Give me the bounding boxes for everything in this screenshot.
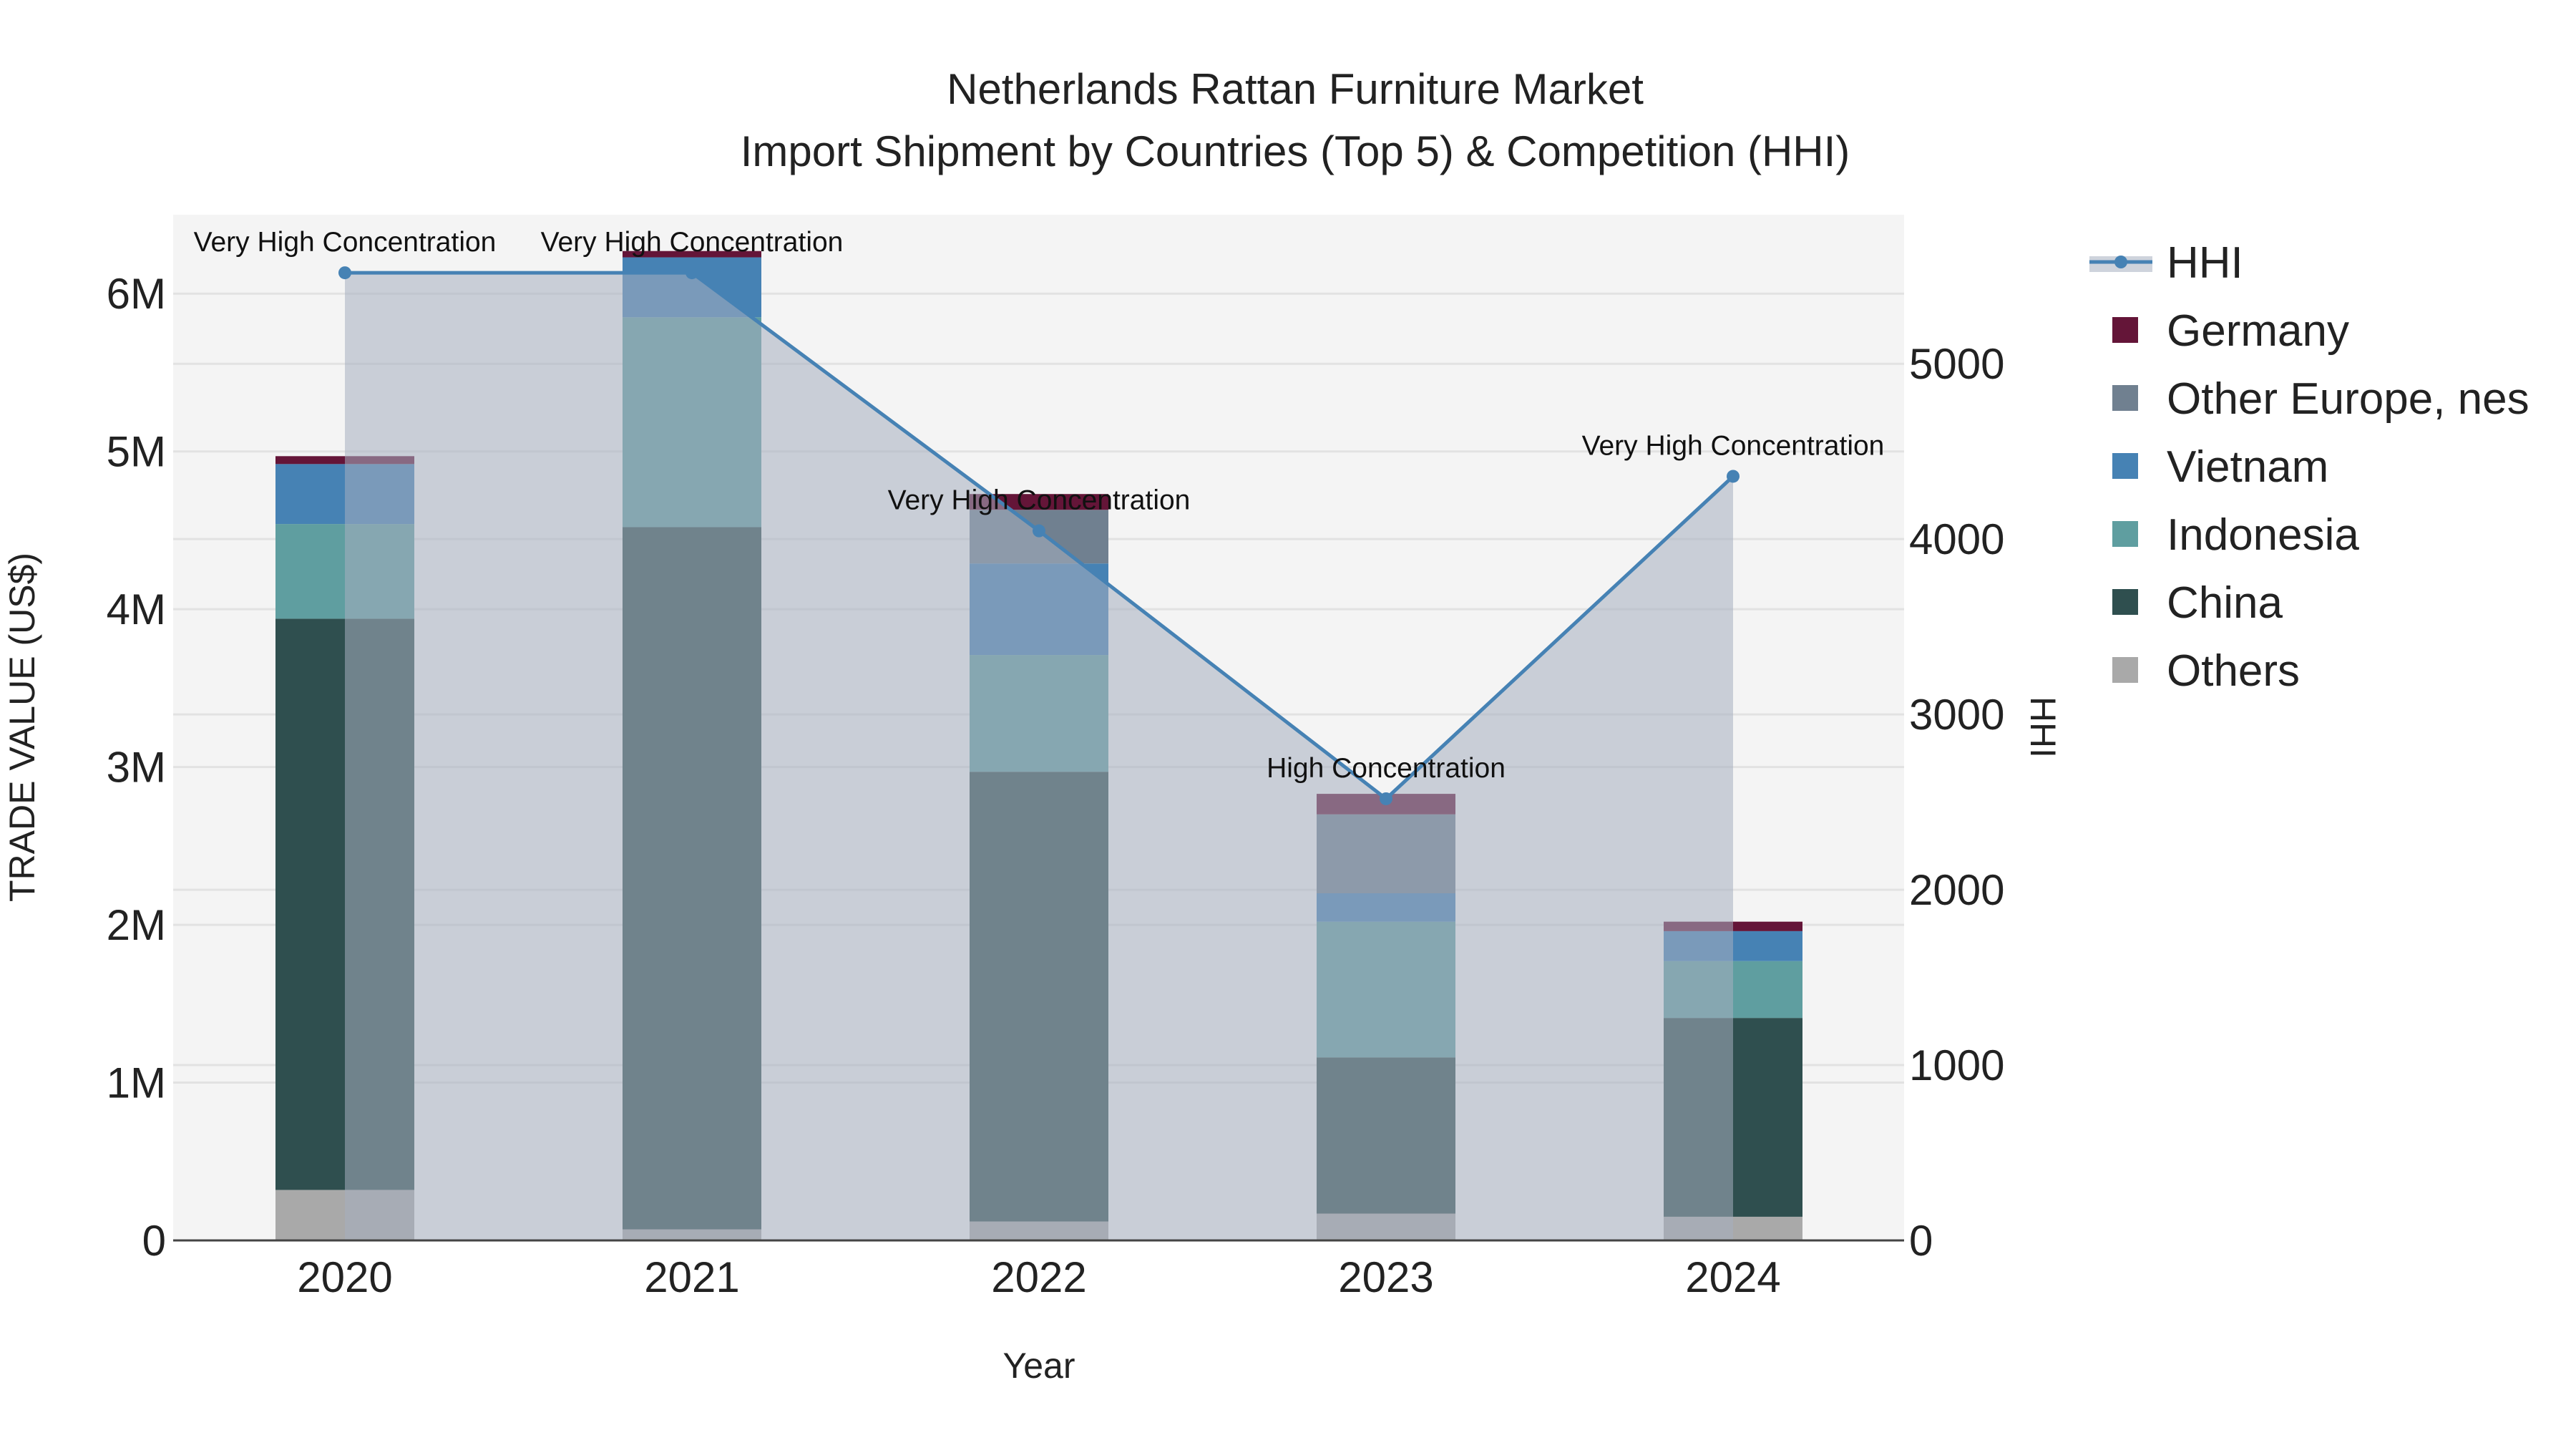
legend-swatch	[2112, 657, 2138, 683]
chart-subtitle: Import Shipment by Countries (Top 5) & C…	[741, 127, 1850, 175]
y-tick-label: 6M	[107, 270, 166, 318]
x-tick-label: 2024	[1685, 1253, 1780, 1301]
hhi-annotation: High Concentration	[1267, 753, 1506, 784]
hhi-point-2021	[686, 266, 698, 280]
legend: HHI Germany Other Europe, nes Vietnam Indone…	[2089, 238, 2529, 696]
legend-swatch	[2112, 453, 2138, 479]
chart-title: Netherlands Rattan Furniture Market	[947, 65, 1644, 113]
x-tick-label: 2021	[644, 1253, 739, 1301]
y-tick-label: 5M	[107, 428, 166, 476]
y2-tick-label: 2000	[1909, 866, 2004, 914]
x-tick-label: 2022	[991, 1253, 1086, 1301]
y2-tick-label: 0	[1909, 1217, 1933, 1265]
hhi-point-2022	[1033, 524, 1045, 538]
hhi-annotation: Very High Concentration	[1582, 430, 1885, 461]
y2-tick-label: 4000	[1909, 515, 2004, 563]
y-tick-label: 1M	[107, 1059, 166, 1107]
legend-swatch	[2112, 385, 2138, 411]
legend-swatch	[2112, 521, 2138, 547]
legend-swatch	[2112, 317, 2138, 343]
hhi-point-2020	[338, 266, 351, 280]
legend-label: Other Europe, nes	[2167, 374, 2529, 424]
legend-label: Germany	[2167, 306, 2349, 356]
x-axis-title: Year	[1002, 1346, 1075, 1386]
hhi-annotation: Very High Concentration	[888, 485, 1191, 516]
chart: Very High Concentration Very High Concent…	[2, 65, 2529, 1386]
hhi-annotation: Very High Concentration	[194, 227, 497, 258]
y2-tick-label: 5000	[1909, 340, 2004, 388]
legend-label: Vietnam	[2167, 442, 2328, 492]
legend-label: Others	[2167, 646, 2300, 696]
y-tick-label: 2M	[107, 901, 166, 949]
y-tick-label: 0	[142, 1217, 166, 1265]
x-tick-label: 2023	[1338, 1253, 1433, 1301]
legend-label: Indonesia	[2167, 510, 2359, 560]
y2-tick-label: 3000	[1909, 691, 2004, 739]
y-axis-title: TRADE VALUE (US$)	[2, 553, 42, 902]
hhi-point-2023	[1380, 792, 1392, 805]
y-tick-label: 3M	[107, 744, 166, 792]
legend-label: HHI	[2167, 238, 2243, 288]
y2-axis-title: HHI	[2023, 696, 2063, 758]
legend-hhi-marker	[2114, 256, 2127, 268]
legend-label: China	[2167, 578, 2283, 628]
hhi-point-2024	[1727, 470, 1740, 483]
x-tick-label: 2020	[297, 1253, 392, 1301]
y-tick-label: 4M	[107, 585, 166, 633]
hhi-annotation: Very High Concentration	[541, 227, 844, 258]
y2-tick-label: 1000	[1909, 1041, 2004, 1089]
legend-swatch	[2112, 589, 2138, 615]
